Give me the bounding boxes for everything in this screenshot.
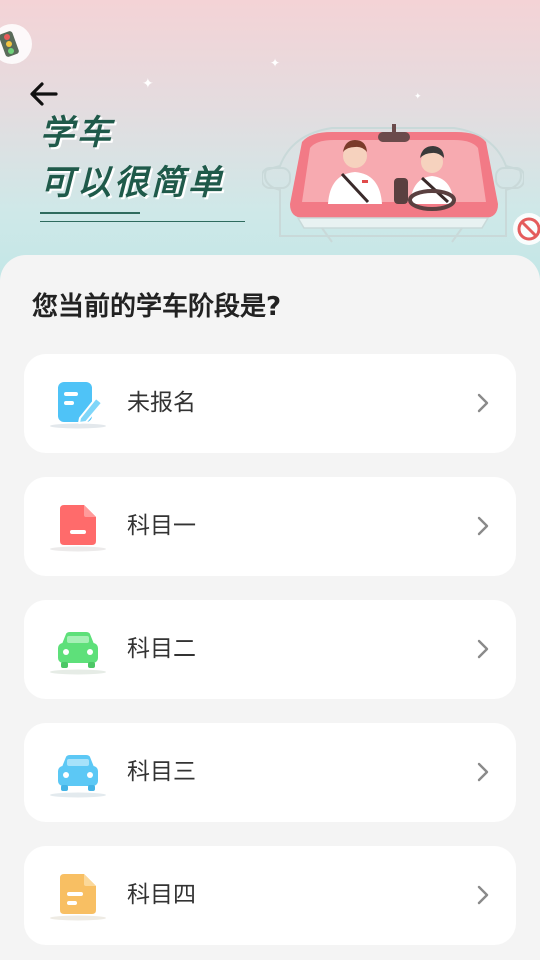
stage-option-subject-3[interactable]: 科目三 [24,723,516,822]
no-entry-sign-icon [513,213,540,245]
document-icon [50,874,106,921]
stage-option-unregistered[interactable]: 未报名 [24,354,516,453]
document-edit-icon [50,382,106,429]
chevron-right-icon [477,885,489,905]
hero-title-line1: 学车 [40,113,114,153]
stage-option-subject-4[interactable]: 科目四 [24,846,516,945]
stage-option-label: 科目三 [127,759,196,785]
sparkle-icon: ✦ [142,76,154,92]
hero-title: 学车 可以很简单 [40,108,225,208]
car-icon [50,632,106,675]
sparkle-icon: ✦ [414,92,422,102]
hero-title-line2: 可以很简单 [40,163,225,203]
stage-option-subject-2[interactable]: 科目二 [24,600,516,699]
stage-question: 您当前的学车阶段是? [32,292,282,322]
stage-option-label: 未报名 [127,390,196,416]
stage-option-subject-1[interactable]: 科目一 [24,477,516,576]
chevron-right-icon [477,516,489,536]
title-underline [40,221,245,222]
stage-option-label: 科目一 [127,513,196,539]
document-icon [50,505,106,552]
back-arrow-icon[interactable] [26,76,62,112]
car-illustration [262,124,524,243]
chevron-right-icon [477,393,489,413]
title-underline [40,212,140,214]
chevron-right-icon [477,639,489,659]
sparkle-icon: ✦ [270,56,281,70]
stage-option-label: 科目二 [127,636,196,662]
traffic-light-icon [0,24,32,64]
chevron-right-icon [477,762,489,782]
stage-option-label: 科目四 [127,882,196,908]
screen: ✦ ✦ ✦ 学车 可以很简单 您当前的学车阶段是? 未报名 科目一 科目二 科目… [0,0,540,960]
car-icon [50,755,106,798]
